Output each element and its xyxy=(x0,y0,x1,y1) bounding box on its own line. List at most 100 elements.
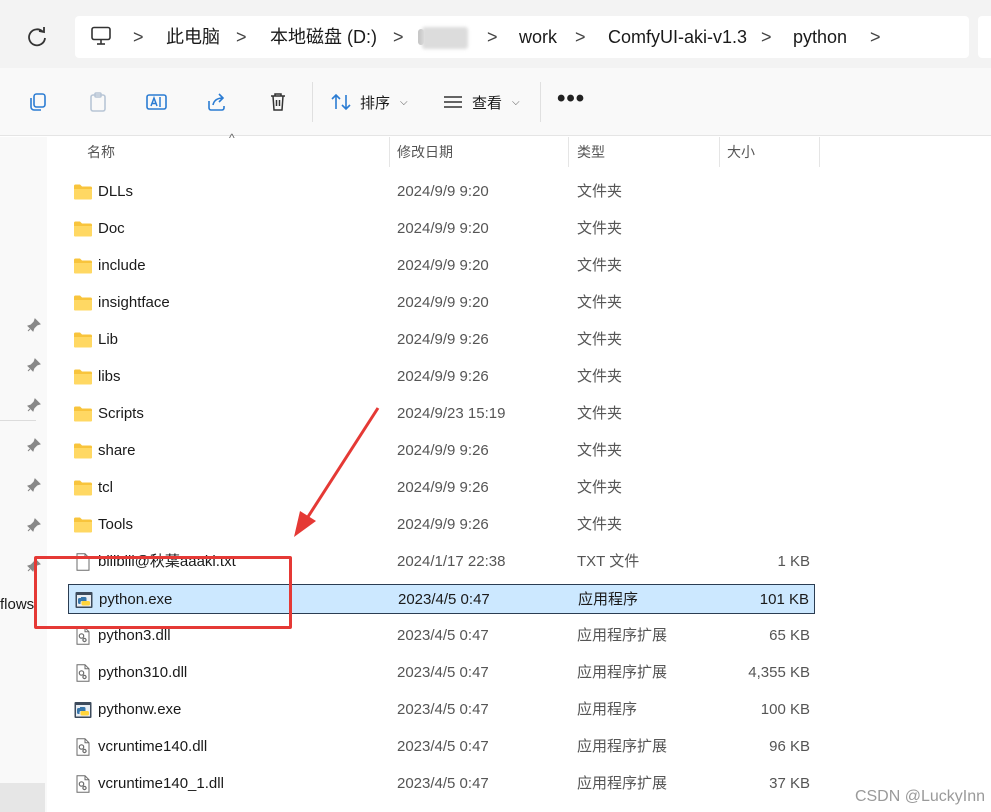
file-name: Doc xyxy=(98,220,125,237)
table-row[interactable]: libs 2024/9/9 9:26 文件夹 xyxy=(68,362,815,392)
file-name: python310.dll xyxy=(98,664,188,681)
file-date: 2024/9/9 9:26 xyxy=(397,442,489,459)
file-size: 101 KB xyxy=(759,591,809,608)
chevron-right-icon: > xyxy=(236,27,247,47)
table-row[interactable]: insightface 2024/9/9 9:20 文件夹 xyxy=(68,288,815,318)
file-name: vcruntime140_1.dll xyxy=(98,775,224,792)
file-name: vcruntime140.dll xyxy=(98,738,208,755)
column-separator[interactable] xyxy=(389,137,390,167)
file-date: 2024/9/9 9:20 xyxy=(397,294,489,311)
file-type: 文件夹 xyxy=(577,368,623,385)
copy-button[interactable] xyxy=(24,88,52,116)
file-date: 2024/9/23 15:19 xyxy=(397,405,506,422)
column-separator[interactable] xyxy=(719,137,720,167)
folder-icon xyxy=(74,295,92,311)
share-icon xyxy=(208,93,225,111)
table-row[interactable]: share 2024/9/9 9:26 文件夹 xyxy=(68,436,815,466)
folder-icon xyxy=(74,184,92,200)
table-row[interactable]: include 2024/9/9 9:20 文件夹 xyxy=(68,251,815,281)
chevron-right-icon: > xyxy=(133,27,144,47)
rename-icon xyxy=(146,94,167,110)
paste-button[interactable] xyxy=(84,88,112,116)
search-box-edge[interactable] xyxy=(978,16,991,58)
toolbar-divider xyxy=(540,82,541,122)
more-options-button[interactable]: ••• xyxy=(557,87,585,111)
file-name: tcl xyxy=(98,479,113,496)
nav-item-flows[interactable]: flows xyxy=(0,596,34,613)
breadcrumb-item-this-pc[interactable]: 此电脑 xyxy=(166,16,220,58)
file-name: pythonw.exe xyxy=(98,701,182,718)
dll-file-icon xyxy=(76,738,90,756)
computer-icon xyxy=(91,26,111,45)
chevron-right-icon: > xyxy=(487,27,498,47)
chevron-down-icon: ⌵ xyxy=(512,96,520,108)
file-date: 2023/4/5 0:47 xyxy=(397,701,489,718)
table-row[interactable]: pythonw.exe 2023/4/5 0:47 应用程序 100 KB xyxy=(68,695,815,725)
delete-button[interactable] xyxy=(264,88,292,116)
file-size: 100 KB xyxy=(760,701,810,718)
table-row[interactable]: vcruntime140_1.dll 2023/4/5 0:47 应用程序扩展 37 … xyxy=(68,769,815,799)
pin-icon[interactable] xyxy=(27,358,41,372)
file-size: 37 KB xyxy=(769,775,810,792)
file-type: TXT 文件 xyxy=(577,553,640,570)
pin-icon[interactable] xyxy=(27,478,41,492)
rename-button[interactable] xyxy=(143,88,171,116)
file-type: 文件夹 xyxy=(577,294,623,311)
pin-icon[interactable] xyxy=(27,438,41,452)
nav-scroll-area[interactable] xyxy=(0,783,45,812)
file-type: 文件夹 xyxy=(577,257,623,274)
file-size: 1 KB xyxy=(777,553,810,570)
column-separator[interactable] xyxy=(819,137,820,167)
file-name: Lib xyxy=(98,331,119,348)
view-label: 查看 xyxy=(472,94,503,112)
pin-icon[interactable] xyxy=(27,318,41,332)
file-name: Scripts xyxy=(98,405,144,422)
view-list-icon xyxy=(444,96,462,108)
sort-dropdown[interactable]: 排序 ⌵ xyxy=(330,88,408,116)
navigation-pane[interactable]: flows xyxy=(0,137,47,812)
chevron-down-icon: ⌵ xyxy=(400,96,408,108)
pin-icon[interactable] xyxy=(27,518,41,532)
column-header-type[interactable]: 类型 xyxy=(577,137,605,167)
table-row[interactable]: tcl 2024/9/9 9:26 文件夹 xyxy=(68,473,815,503)
column-header-name[interactable]: 名称 xyxy=(87,137,115,167)
folder-icon xyxy=(74,369,92,385)
breadcrumb-item-drive-d[interactable]: 本地磁盘 (D:) xyxy=(270,16,377,58)
column-separator[interactable] xyxy=(568,137,569,167)
file-date: 2023/4/5 0:47 xyxy=(397,627,489,644)
table-row[interactable]: Tools 2024/9/9 9:26 文件夹 xyxy=(68,510,815,540)
share-button[interactable] xyxy=(203,88,231,116)
view-dropdown[interactable]: 查看 ⌵ xyxy=(442,88,520,116)
file-date: 2023/4/5 0:47 xyxy=(397,775,489,792)
table-row[interactable]: Scripts 2024/9/23 15:19 文件夹 xyxy=(68,399,815,429)
folder-icon xyxy=(74,480,92,496)
column-header-size[interactable]: 大小 xyxy=(727,137,755,167)
table-row[interactable]: Doc 2024/9/9 9:20 文件夹 xyxy=(68,214,815,244)
table-row[interactable]: vcruntime140.dll 2023/4/5 0:47 应用程序扩展 96 KB xyxy=(68,732,815,762)
file-type: 应用程序扩展 xyxy=(577,775,668,792)
file-type: 文件夹 xyxy=(577,331,623,348)
chevron-right-icon[interactable]: > xyxy=(870,16,881,58)
red-arrow-annotation xyxy=(294,407,380,537)
breadcrumb-item-work[interactable]: work xyxy=(519,16,557,58)
paste-icon xyxy=(90,92,106,112)
column-header-date[interactable]: 修改日期 xyxy=(397,137,453,167)
breadcrumb[interactable]: > 此电脑 > 本地磁盘 (D:) > > work > ComfyUI-aki… xyxy=(75,16,969,58)
pin-icon[interactable] xyxy=(27,398,41,412)
table-row[interactable]: DLLs 2024/9/9 9:20 文件夹 xyxy=(68,177,815,207)
table-row[interactable]: Lib 2024/9/9 9:26 文件夹 xyxy=(68,325,815,355)
breadcrumb-item-comfyui[interactable]: ComfyUI-aki-v1.3 xyxy=(608,16,747,58)
table-row[interactable]: python310.dll 2023/4/5 0:47 应用程序扩展 4,355 KB xyxy=(68,658,815,688)
file-name: share xyxy=(98,442,136,459)
redacted-crumb[interactable] xyxy=(422,27,468,49)
file-size: 65 KB xyxy=(769,627,810,644)
copy-icon xyxy=(30,93,46,111)
watermark: CSDN @LuckyInn xyxy=(854,788,985,805)
breadcrumb-item-python[interactable]: python xyxy=(793,16,847,58)
file-type: 文件夹 xyxy=(577,183,623,200)
file-date: 2024/9/9 9:26 xyxy=(397,331,489,348)
folder-icon xyxy=(74,332,92,348)
command-bar: 排序 ⌵ 查看 ⌵ ••• xyxy=(0,68,991,136)
refresh-icon[interactable] xyxy=(24,24,50,50)
file-name: insightface xyxy=(98,294,170,311)
